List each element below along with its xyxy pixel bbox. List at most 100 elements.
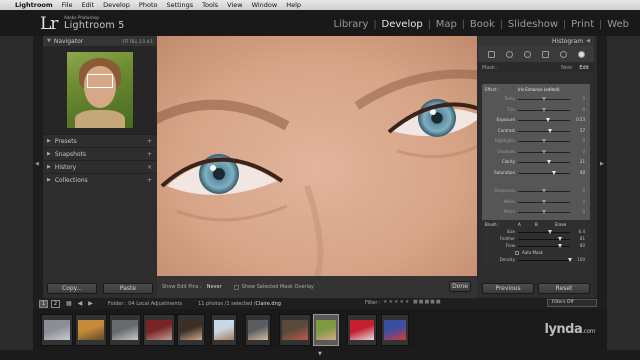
brush-a-tab[interactable]: A xyxy=(518,222,521,227)
adjustment-slider[interactable]: Contrast 27 xyxy=(485,128,588,135)
panel-history[interactable]: ▶ History × xyxy=(43,160,157,173)
menu-tools[interactable]: Tools xyxy=(202,1,218,9)
adjustment-brush-tool-icon[interactable] xyxy=(577,50,585,58)
navigator-thumbnail[interactable] xyxy=(67,52,133,128)
adjustment-slider[interactable]: Moiré 0 xyxy=(485,209,588,216)
filmstrip-thumbnail[interactable] xyxy=(381,314,409,346)
folder-source[interactable]: Folder : 04 Local Adjustments xyxy=(108,301,182,307)
adjustment-slider[interactable]: Clarity 21 xyxy=(485,159,588,166)
graduated-filter-tool-icon[interactable] xyxy=(541,50,549,58)
menu-lightroom[interactable]: Lightroom xyxy=(15,1,53,9)
module-slideshow[interactable]: Slideshow xyxy=(503,19,563,30)
brush-density-value[interactable]: 100 xyxy=(573,257,585,262)
slider-knob[interactable] xyxy=(541,97,546,101)
effect-preset-select[interactable]: Iris Enhance (edited) xyxy=(518,87,560,92)
slider-knob[interactable] xyxy=(541,189,546,193)
adjustment-slider[interactable]: Sharpness 0 xyxy=(485,188,588,195)
adjustment-value[interactable]: 0 xyxy=(573,209,585,214)
slider-knob[interactable] xyxy=(548,230,552,234)
adjustment-value[interactable]: 0 xyxy=(573,107,585,112)
slider-knob[interactable] xyxy=(541,149,546,154)
filmstrip-thumbnail[interactable] xyxy=(211,314,237,346)
selected-filename[interactable]: Claire.dng xyxy=(255,301,280,307)
slider-knob[interactable] xyxy=(551,170,556,175)
auto-mask-toggle[interactable]: Auto Mask xyxy=(515,250,543,255)
filmstrip-thumbnail[interactable] xyxy=(347,314,377,346)
adjustment-value[interactable]: 40 xyxy=(573,170,585,175)
slider-track[interactable] xyxy=(518,97,570,101)
module-web[interactable]: Web xyxy=(602,19,634,30)
adjustment-slider[interactable]: Temp 0 xyxy=(485,96,588,103)
brush-b-tab[interactable]: B xyxy=(535,222,538,227)
navigator-zoom-box[interactable] xyxy=(87,74,113,88)
adjustment-slider[interactable]: Highlights 0 xyxy=(485,138,588,145)
menu-develop[interactable]: Develop xyxy=(103,1,130,9)
filmstrip-thumbnail[interactable] xyxy=(313,314,339,346)
panel-presets[interactable]: ▶ Presets + xyxy=(43,134,157,147)
adjustment-slider[interactable]: Tint 0 xyxy=(485,107,588,114)
slider-track[interactable] xyxy=(518,237,570,241)
module-book[interactable]: Book xyxy=(465,19,500,30)
slider-track[interactable] xyxy=(518,210,570,214)
main-window-button[interactable]: 1 xyxy=(39,299,48,308)
slider-knob[interactable] xyxy=(541,199,546,204)
menu-settings[interactable]: Settings xyxy=(166,1,193,9)
menu-file[interactable]: File xyxy=(62,1,73,9)
mask-overlay-checkbox[interactable] xyxy=(233,284,239,290)
filmstrip-thumbnail[interactable] xyxy=(109,314,141,346)
filmstrip-thumbnail[interactable] xyxy=(245,314,271,346)
collapse-bottom-arrow-icon[interactable]: ▼ xyxy=(318,351,322,357)
slider-track[interactable] xyxy=(518,170,570,175)
slider-knob[interactable] xyxy=(541,139,546,143)
slider-track[interactable] xyxy=(518,258,572,262)
slider-knob[interactable] xyxy=(545,118,550,122)
filmstrip-thumbnail[interactable] xyxy=(75,314,107,346)
brush-flow-slider[interactable]: Flow 80 xyxy=(485,243,588,250)
menu-window[interactable]: Window xyxy=(252,1,278,9)
slider-knob[interactable] xyxy=(548,128,553,133)
slider-knob[interactable] xyxy=(541,107,546,112)
add-snapshot-icon[interactable]: + xyxy=(147,151,152,158)
brush-size-slider[interactable]: Size 6.4 xyxy=(485,229,588,236)
menu-edit[interactable]: Edit xyxy=(82,1,95,9)
back-arrow-icon[interactable]: ◀ xyxy=(78,300,83,307)
mask-new-button[interactable]: New xyxy=(561,65,572,71)
show-edit-pins-select[interactable]: Never xyxy=(207,284,222,290)
slider-track[interactable] xyxy=(518,244,570,248)
slider-knob[interactable] xyxy=(546,160,551,164)
brush-feather-value[interactable]: 81 xyxy=(573,236,585,241)
adjustment-slider[interactable]: Exposure 0.53 xyxy=(485,117,588,124)
clear-history-icon[interactable]: × xyxy=(147,164,152,171)
slider-track[interactable] xyxy=(518,230,570,234)
adjustment-value[interactable]: 0 xyxy=(573,199,585,204)
previous-button[interactable]: Previous xyxy=(482,283,534,294)
histogram-header[interactable]: Histogram ◀ xyxy=(478,36,594,46)
slider-knob[interactable] xyxy=(541,210,546,214)
brush-feather-slider[interactable]: Feather 81 xyxy=(485,236,588,243)
slider-track[interactable] xyxy=(518,118,570,122)
filters-off-select[interactable]: Filters Off xyxy=(547,299,597,307)
adjustment-value[interactable]: 0 xyxy=(573,138,585,143)
photo-canvas[interactable] xyxy=(157,36,477,276)
slider-track[interactable] xyxy=(518,149,570,154)
right-panel-toggle-strip[interactable]: ▶ xyxy=(597,36,607,298)
module-map[interactable]: Map xyxy=(431,19,462,30)
copy-button[interactable]: Copy... xyxy=(47,283,97,294)
brush-density-slider[interactable]: Density 100 xyxy=(485,257,588,264)
add-collection-icon[interactable]: + xyxy=(147,177,152,184)
filmstrip-thumbnail[interactable] xyxy=(143,314,175,346)
red-eye-tool-icon[interactable] xyxy=(523,50,531,58)
secondary-window-button[interactable]: 2 xyxy=(51,299,60,308)
collapse-right-arrow-icon[interactable]: ▶ xyxy=(600,161,604,167)
module-develop[interactable]: Develop xyxy=(377,19,428,30)
filmstrip-thumbnail[interactable] xyxy=(279,314,311,346)
adjustment-slider[interactable]: Noise 0 xyxy=(485,199,588,206)
slider-track[interactable] xyxy=(518,199,570,204)
slider-track[interactable] xyxy=(518,160,570,164)
radial-filter-tool-icon[interactable] xyxy=(559,50,567,58)
slider-track[interactable] xyxy=(518,128,570,133)
filmstrip-thumbnail[interactable] xyxy=(177,314,205,346)
slider-track[interactable] xyxy=(518,107,570,112)
menu-photo[interactable]: Photo xyxy=(139,1,158,9)
brush-size-value[interactable]: 6.4 xyxy=(573,229,585,234)
